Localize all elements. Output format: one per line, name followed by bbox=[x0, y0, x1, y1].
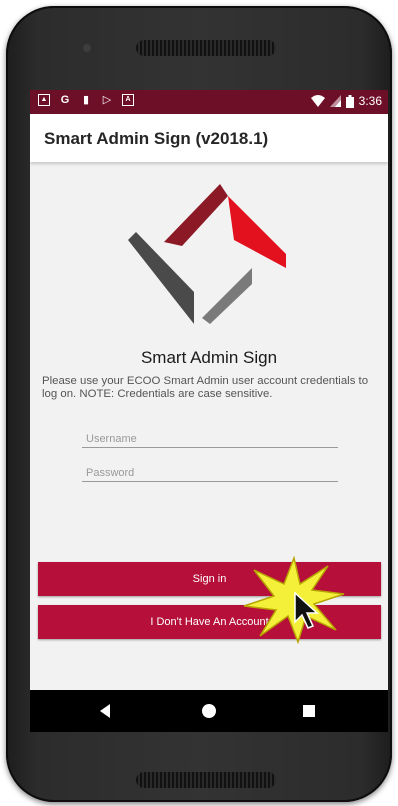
earpiece-speaker bbox=[136, 40, 276, 56]
a-icon: A bbox=[122, 94, 134, 106]
logo-gray-piece bbox=[202, 268, 252, 324]
wifi-icon bbox=[310, 95, 325, 107]
home-icon[interactable] bbox=[202, 704, 216, 718]
app-logo bbox=[128, 184, 286, 324]
status-bar: ▲ G ▮ ▷ A 3:36 bbox=[30, 90, 388, 114]
mouse-cursor-icon bbox=[294, 592, 319, 629]
logo-dark-red-piece bbox=[164, 184, 228, 246]
clipboard-icon: ▮ bbox=[82, 94, 90, 106]
password-field[interactable] bbox=[82, 464, 338, 482]
navigation-bar bbox=[30, 690, 388, 732]
app-bar: Smart Admin Sign (v2018.1) bbox=[30, 114, 388, 162]
status-time: 3:36 bbox=[358, 94, 382, 108]
device-screen: ▲ G ▮ ▷ A 3:36 Smart Admin Sign (v2018.1… bbox=[30, 90, 388, 732]
signal-icon bbox=[329, 95, 341, 107]
username-field[interactable] bbox=[82, 430, 338, 448]
back-icon[interactable] bbox=[100, 704, 110, 718]
gallery-icon: ▲ bbox=[38, 94, 50, 106]
front-camera bbox=[83, 44, 91, 52]
app-title: Smart Admin Sign (v2018.1) bbox=[44, 129, 269, 148]
google-icon: G bbox=[60, 94, 70, 106]
app-name-heading: Smart Admin Sign bbox=[140, 348, 278, 367]
recent-apps-icon[interactable] bbox=[303, 705, 315, 717]
phone-frame: ▲ G ▮ ▷ A 3:36 Smart Admin Sign (v2018.1… bbox=[6, 6, 392, 802]
logo-red-piece bbox=[228, 196, 286, 268]
battery-icon bbox=[345, 94, 354, 108]
bottom-speaker bbox=[136, 772, 276, 788]
login-instructions: Please use your ECOO Smart Admin user ac… bbox=[42, 375, 369, 400]
logo-dark-gray-piece bbox=[128, 232, 194, 324]
notification-icons: ▲ G ▮ ▷ A bbox=[38, 94, 134, 106]
system-status: 3:36 bbox=[310, 94, 382, 108]
play-store-icon: ▷ bbox=[102, 94, 112, 106]
